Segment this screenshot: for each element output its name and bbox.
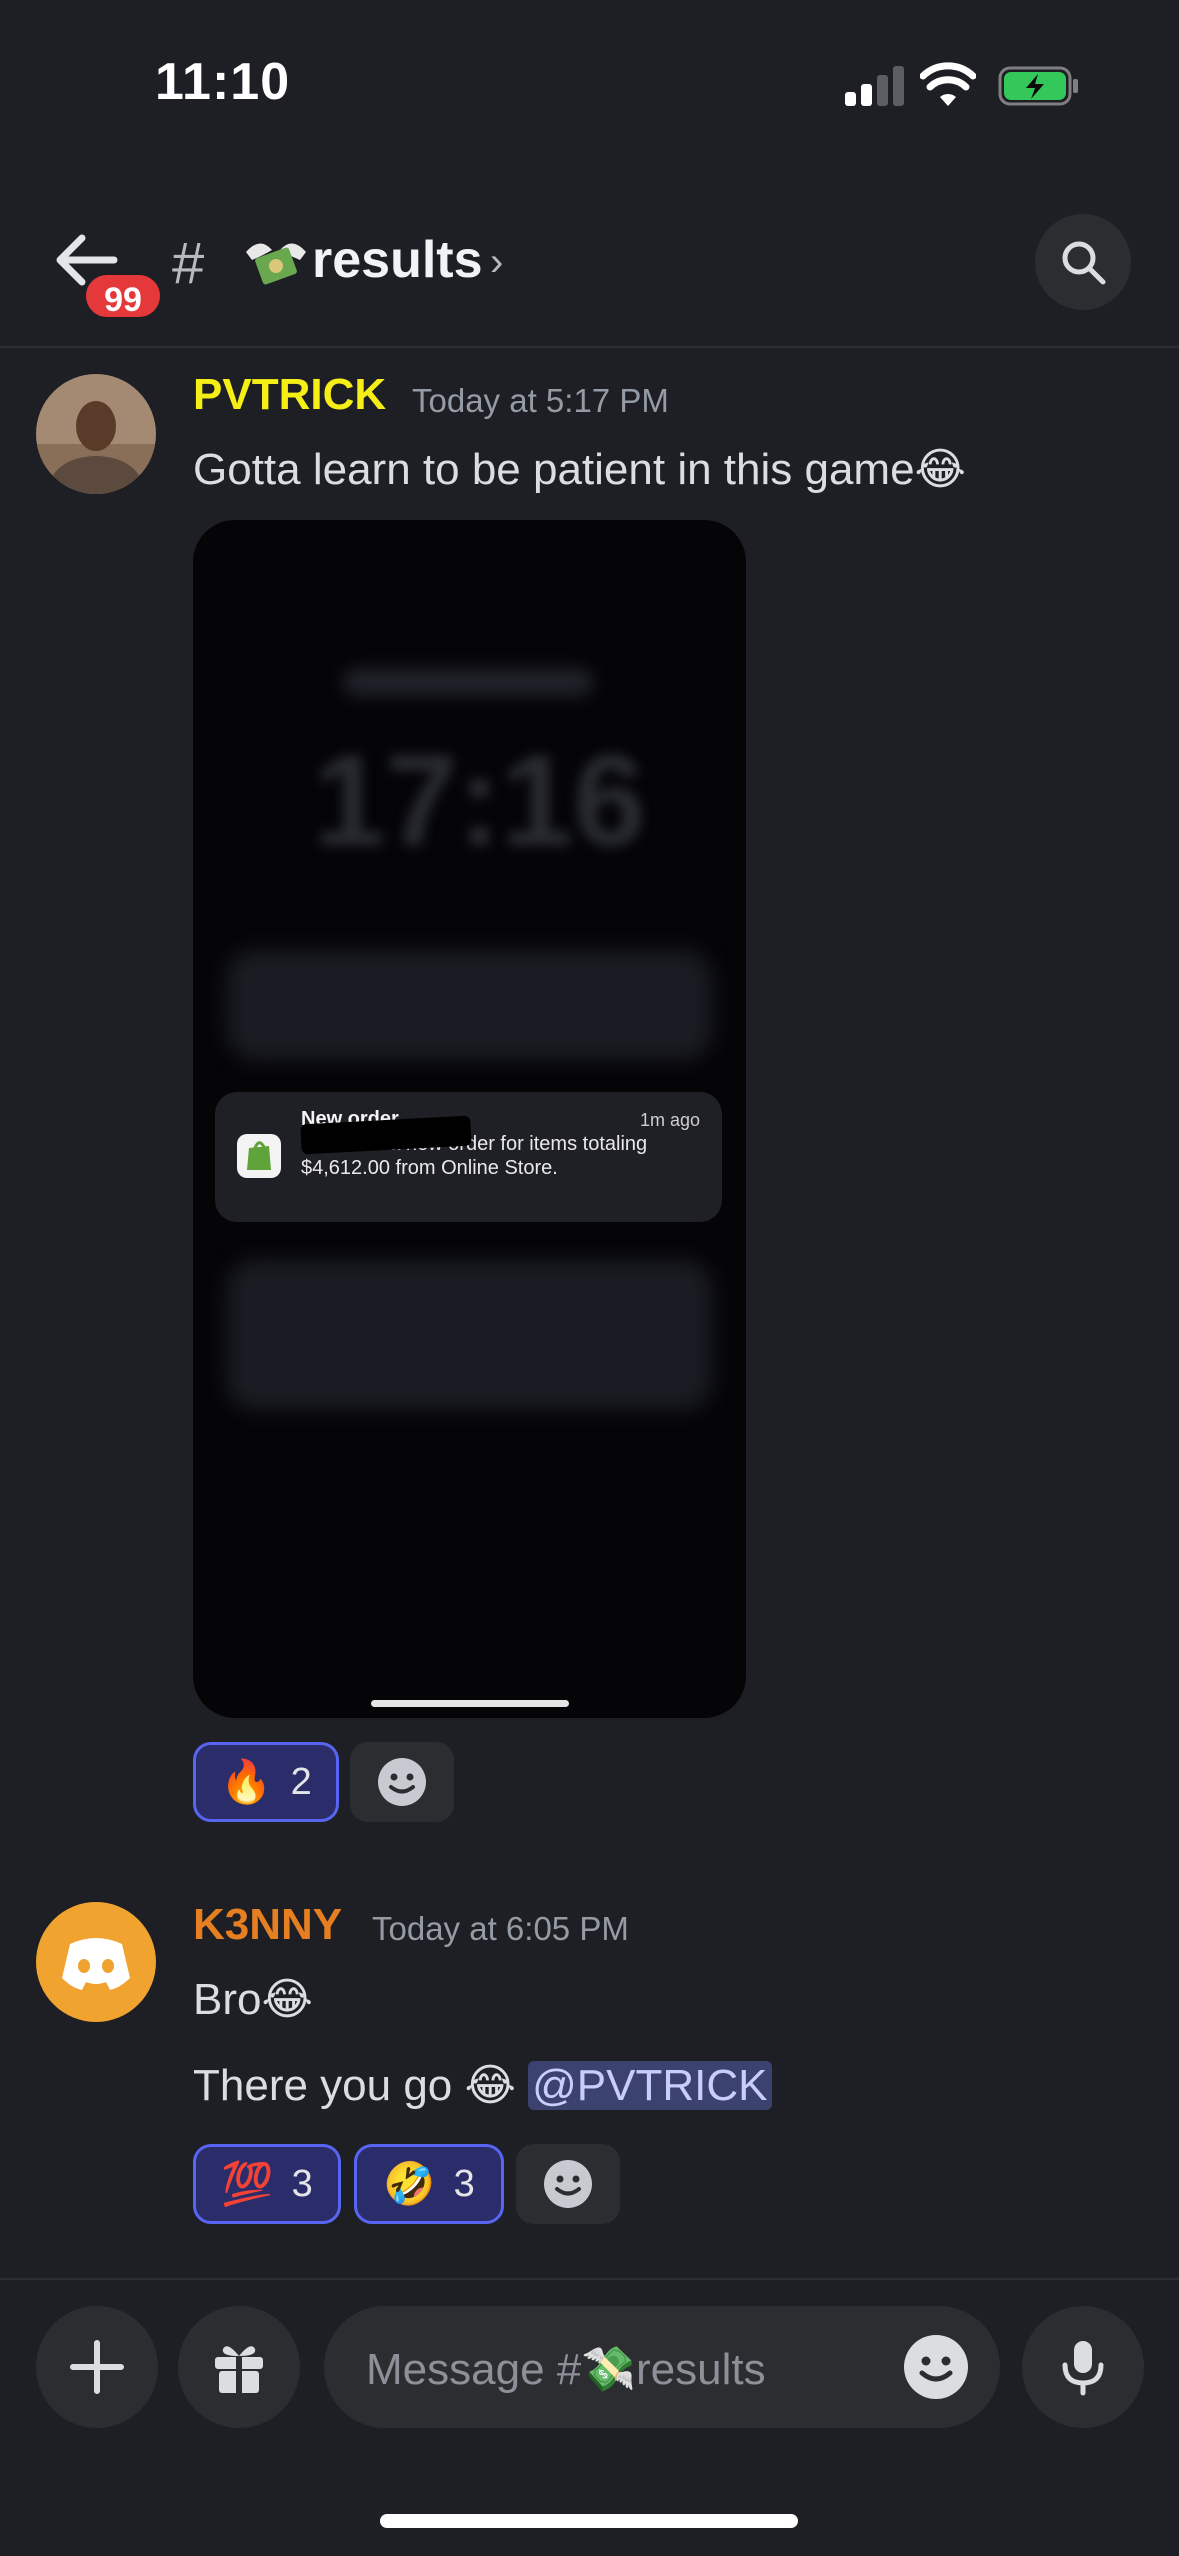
plus-icon	[70, 2340, 124, 2394]
lockscreen-clock: 17:16	[313, 727, 646, 873]
unread-badge: 99	[82, 271, 164, 321]
smiley-icon	[378, 1758, 426, 1806]
avatar[interactable]	[36, 374, 156, 494]
wifi-icon	[920, 62, 976, 106]
battery-charging-icon	[998, 66, 1078, 106]
money-with-wings-icon	[246, 243, 306, 285]
channel-header: 99 # results ›	[0, 200, 1179, 348]
reaction-count: 2	[290, 1760, 312, 1803]
channel-hash-symbol: #	[172, 231, 205, 296]
home-indicator	[371, 1700, 569, 1707]
message-input[interactable]: Message #💸results	[324, 2306, 1000, 2428]
reaction-count: 3	[291, 2162, 313, 2205]
notification-time: 1m ago	[639, 1110, 700, 1130]
status-bar: 11:10	[0, 0, 1179, 180]
smiley-icon	[544, 2160, 592, 2208]
search-button[interactable]	[1035, 214, 1131, 310]
home-indicator	[380, 2514, 798, 2528]
composer-divider	[0, 2278, 1179, 2280]
avatar[interactable]	[36, 1902, 156, 2022]
voice-message-button[interactable]	[1022, 2306, 1144, 2428]
user-mention[interactable]: @PVTRICK	[528, 2061, 772, 2110]
add-reaction-button[interactable]	[350, 1742, 454, 1822]
message-username[interactable]: K3NNY	[193, 1900, 342, 1950]
message-timestamp: Today at 5:17 PM	[412, 382, 669, 419]
search-icon	[1062, 241, 1106, 285]
channel-name[interactable]: results	[312, 230, 483, 290]
reaction-hundred[interactable]: 💯 3	[193, 2144, 341, 2224]
message-text: There you go 😂 @PVTRICK	[193, 2060, 772, 2111]
message-text-line: There you go 😂	[193, 2061, 529, 2110]
gift-icon	[215, 2346, 263, 2395]
attach-button[interactable]	[36, 2306, 158, 2428]
chevron-right-icon[interactable]: ›	[490, 240, 503, 285]
order-notification: New order 1m ago You have a new order fo…	[215, 1092, 722, 1222]
shopify-icon	[237, 1134, 281, 1178]
gift-button[interactable]	[178, 2306, 300, 2428]
microphone-icon	[1062, 2341, 1104, 2396]
reaction-rofl[interactable]: 🤣 3	[354, 2144, 504, 2224]
cellular-signal-icon	[845, 66, 904, 106]
user-avatar-photo	[36, 374, 156, 494]
blurred-notification	[227, 950, 712, 1060]
reaction-fire[interactable]: 🔥 2	[193, 1742, 339, 1822]
status-time: 11:10	[155, 53, 291, 111]
message-username[interactable]: PVTRICK	[193, 370, 386, 420]
rofl-emoji: 🤣	[383, 2159, 436, 2207]
message-placeholder: Message #💸results	[366, 2345, 766, 2394]
emoji-picker-icon[interactable]	[902, 2333, 970, 2401]
hundred-points-emoji: 💯	[221, 2159, 274, 2207]
reaction-count: 3	[453, 2162, 475, 2205]
blurred-notification	[227, 1260, 712, 1410]
add-reaction-button[interactable]	[516, 2144, 620, 2224]
message-text: Gotta learn to be patient in this game😂	[193, 445, 966, 494]
message-timestamp: Today at 6:05 PM	[372, 1910, 629, 1947]
blurred-date	[343, 668, 593, 696]
discord-logo-icon	[62, 1938, 130, 1990]
fire-emoji: 🔥	[220, 1757, 273, 1805]
message-text: Bro😂	[193, 1975, 313, 2024]
image-attachment[interactable]: 17:16 New order 1m ago You have a new or…	[193, 520, 746, 1718]
